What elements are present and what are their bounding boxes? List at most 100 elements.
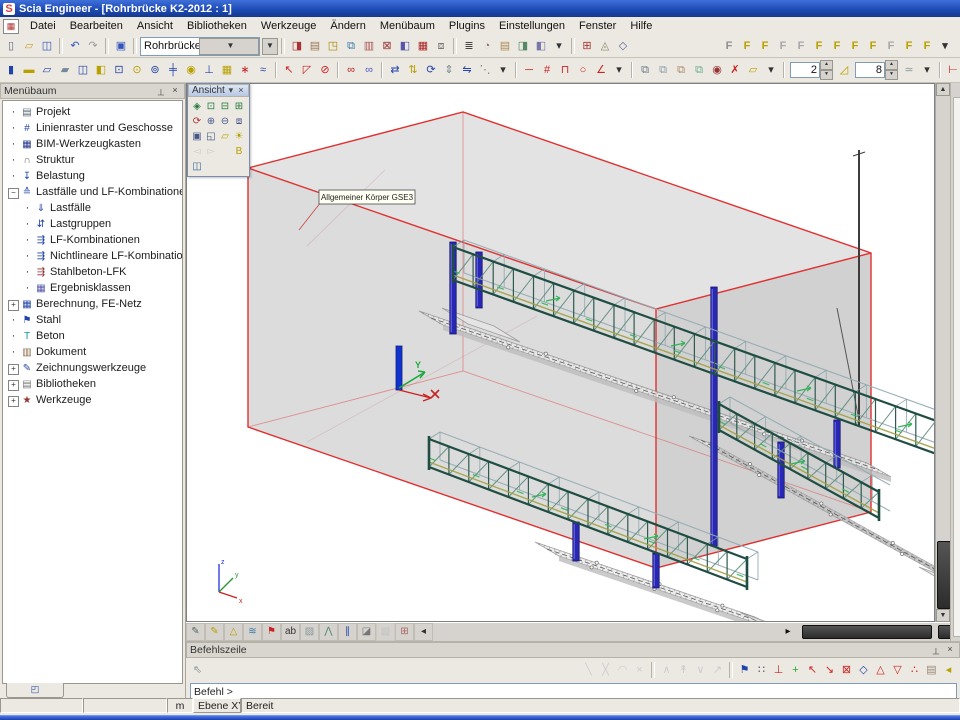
menu-einstellungen[interactable]: Einstellungen [492,18,572,34]
vertex-up-button[interactable]: ∧ [658,662,675,679]
collapse-toolbar-button[interactable]: ◂ [414,623,433,641]
named-selections-button[interactable]: ◧ [396,38,414,55]
view-manager-button[interactable]: B [232,144,246,159]
zoom-window-button[interactable]: ⧈ [232,114,246,129]
visibility-button[interactable]: ◉ [708,62,726,79]
snap-settings-button[interactable]: ▤ [923,662,940,679]
fast-draw-button[interactable]: ▧ [376,623,395,641]
clipping-box-button[interactable]: ▱ [218,129,232,144]
zoom-out-button[interactable]: ⊖ [218,114,232,129]
layer-dropdown[interactable]: ▾ [762,62,780,79]
stretch-button[interactable]: ⇕ [440,62,458,79]
load-panel-button[interactable]: ▦ [218,62,236,79]
model-viewport[interactable]: Allgemeiner Körper GSE3 Y zyx [186,83,935,622]
rendered-mode-button[interactable]: ✎ [205,623,224,641]
draw-line-button[interactable]: ─ [520,62,538,79]
chevron-down-icon[interactable]: ▾ [227,85,235,97]
snap-perpendicular-button[interactable]: ▽ [889,662,906,679]
tree-item-lastfaelle-und-lf-kombinationen[interactable]: −≙Lastfälle und LF-Kombinationen [3,184,182,200]
wireframe-mode-button[interactable]: ✎ [186,623,205,641]
deselect-button[interactable]: ⊘ [316,62,334,79]
copy-properties-button[interactable]: ⧉ [636,62,654,79]
tree-item-lastgruppen[interactable]: ·⇵Lastgruppen [3,216,182,232]
grid-spinner[interactable]: 8 ▲▼ [855,60,898,80]
zoom-all-button[interactable]: ▣ [190,129,204,144]
document-preview-button[interactable]: ▤ [496,38,514,55]
view-flag-8-button[interactable]: F [846,38,864,55]
support-node-button[interactable]: ⊢ [944,62,960,79]
next-view-button[interactable]: ▻ [204,144,218,159]
pin-icon[interactable]: ⊤ [930,644,942,656]
tree-item-werkzeuge[interactable]: +★Werkzeuge [3,392,182,408]
show-surfaces-button[interactable]: ⋀ [319,623,338,641]
tree-item-bibliotheken[interactable]: +▤Bibliotheken [3,376,182,392]
project-history-dropdown[interactable]: ▼ [262,38,278,55]
menu-fenster[interactable]: Fenster [572,18,623,34]
tree-item-dokument[interactable]: ·▥Dokument [3,344,182,360]
paste-add-button[interactable]: ⧉ [690,62,708,79]
dock-tab-menubaum[interactable]: ◰ [6,683,64,698]
undo-button[interactable]: ↶ [66,38,84,55]
project-combo-dropdown[interactable]: ▼ [199,38,259,55]
snap-tangent-button[interactable]: △ [872,662,889,679]
zoom-in-button[interactable]: ⊕ [204,114,218,129]
view-flag-10-button[interactable]: F [882,38,900,55]
view-front-button[interactable]: ⊟ [218,99,232,114]
menu-werkzeuge[interactable]: Werkzeuge [254,18,323,34]
show-loads-button[interactable]: ≋ [243,623,262,641]
grid-step-button[interactable]: ≃ [900,62,918,79]
expander-minus-icon[interactable]: − [7,186,20,199]
move-button[interactable]: ⇄ [386,62,404,79]
hinge-button[interactable]: ◉ [182,62,200,79]
tree-item-bim-werkzeugkasten[interactable]: ·▦BIM-Werkzeugkasten [3,136,182,152]
show-volumes-button[interactable]: ∥ [338,623,357,641]
menu-menuebaum[interactable]: Menübaum [373,18,442,34]
select-arrow-button[interactable]: ↖ [280,62,298,79]
view-flag-9-button[interactable]: F [864,38,882,55]
menu-aendern[interactable]: Ändern [323,18,372,34]
mask-button[interactable]: ⊠ [378,38,396,55]
view-top-button[interactable]: ⊡ [204,99,218,114]
copy-add-button[interactable]: ⧉ [672,62,690,79]
scale-spin-up[interactable]: ▲ [820,60,833,70]
view-flag-7-button[interactable]: F [828,38,846,55]
delete-button[interactable]: ✗ [726,62,744,79]
menu-ansicht[interactable]: Ansicht [130,18,180,34]
tree-item-stahl[interactable]: ·⚑Stahl [3,312,182,328]
view-flag-3-button[interactable]: F [756,38,774,55]
snap-flag-button[interactable]: ⚑ [736,662,753,679]
show-labels-button[interactable]: ⚑ [262,623,281,641]
menu-plugins[interactable]: Plugins [442,18,492,34]
font-scale-button[interactable]: ◿ [835,62,853,79]
copy-multi-button[interactable]: ⇅ [404,62,422,79]
view-flag-6-button[interactable]: F [810,38,828,55]
open-project-button[interactable]: ▱ [20,38,38,55]
connect-members-button[interactable]: ≈ [254,62,272,79]
tree-item-berechnung-fe-netz[interactable]: +▦Berechnung, FE-Netz [3,296,182,312]
slab-button[interactable]: ▱ [38,62,56,79]
multi-viewport-button[interactable]: ◫ [190,159,204,174]
redo-button[interactable]: ↷ [84,38,102,55]
view-flag-4-button[interactable]: F [774,38,792,55]
draw-angle-button[interactable]: ∠ [592,62,610,79]
snap-orthogonal-button[interactable]: ◇ [855,662,872,679]
clipboard-button[interactable]: ▥ [360,38,378,55]
draw-segment-button[interactable]: ╲ [580,662,597,679]
continue-line-button[interactable]: ↗ [709,662,726,679]
menu-hilfe[interactable]: Hilfe [623,18,659,34]
new-project-button[interactable]: ▯ [2,38,20,55]
snap-intersection-button[interactable]: ⊠ [838,662,855,679]
tree-item-stahlbeton-lfk[interactable]: ·⇶Stahlbeton-LFK [3,264,182,280]
erase-segment-button[interactable]: × [631,662,648,679]
internal-node-button[interactable]: ⊚ [146,62,164,79]
tree-item-belastung[interactable]: ·↧Belastung [3,168,182,184]
close-icon[interactable]: × [169,85,181,97]
draw-circle-button[interactable]: ○ [574,62,592,79]
print-button[interactable]: ≣ [460,38,478,55]
prev-view-button[interactable]: ◅ [190,144,204,159]
expander-plus-icon[interactable]: + [7,378,20,391]
tree-item-lastfaelle[interactable]: ·⇓Lastfälle [3,200,182,216]
bim-toolbox-button[interactable]: ◨ [288,38,306,55]
scrollbar-thumb[interactable] [937,541,951,609]
gallery-button[interactable]: ▦ [414,38,432,55]
